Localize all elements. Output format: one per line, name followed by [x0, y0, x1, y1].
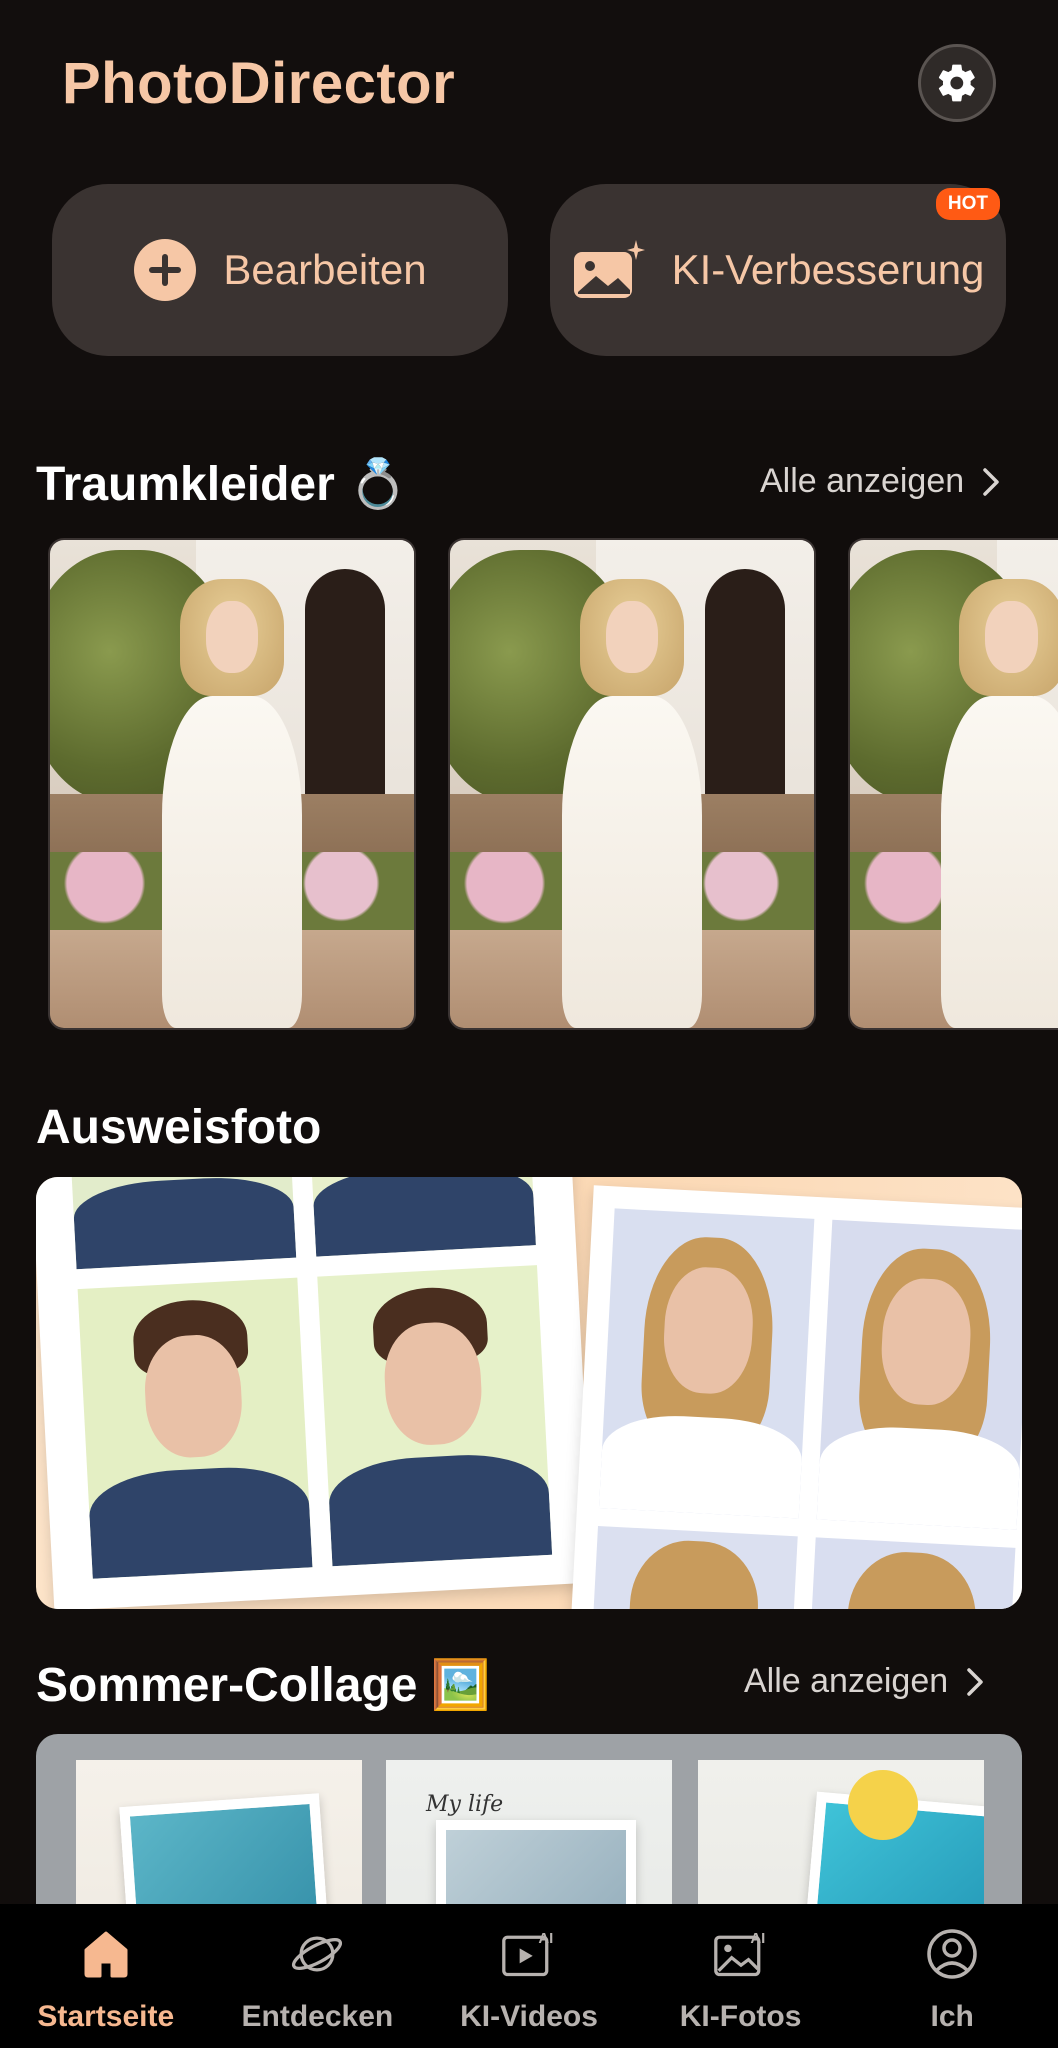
chevron-right-icon: [983, 467, 999, 496]
edit-button-label: Bearbeiten: [223, 246, 427, 293]
settings-button[interactable]: [918, 44, 996, 122]
see-all-dresses-label: Alle anzeigen: [760, 462, 965, 500]
bottom-nav: Startseite Entdecken AI KI-Videos AI KI-…: [0, 1904, 1058, 2048]
svg-text:AI: AI: [538, 1930, 553, 1947]
app-title: PhotoDirector: [62, 51, 456, 116]
header: PhotoDirector Bearbeiten KI-Verbesserung…: [0, 0, 1058, 410]
id-sheet-female: [570, 1185, 1022, 1609]
gear-icon: [938, 64, 975, 102]
section-title-collage: Sommer-Collage 🖼️: [36, 1659, 491, 1712]
nav-item-entdecken[interactable]: Entdecken: [212, 1904, 424, 2048]
dress-photo: [850, 540, 1058, 1028]
edit-button[interactable]: Bearbeiten: [52, 184, 508, 356]
hot-badge: HOT: [935, 188, 1000, 220]
dress-photo: [450, 540, 814, 1028]
id-photo-banner[interactable]: [36, 1177, 1022, 1609]
nav-item-ich[interactable]: Ich: [846, 1904, 1058, 2048]
nav-item-ki-videos[interactable]: AI KI-Videos: [423, 1904, 635, 2048]
ai-enhance-button[interactable]: KI-Verbesserung HOT: [550, 184, 1006, 356]
svg-text:AI: AI: [750, 1930, 765, 1947]
image-sparkle-icon: [573, 240, 645, 298]
see-all-collage-link[interactable]: Alle anzeigen: [744, 1662, 984, 1701]
planet-icon: [292, 1936, 343, 1972]
ai-video-icon: AI: [502, 1930, 553, 1977]
collage-caption: My life: [426, 1792, 504, 1817]
ai-photo-icon: AI: [713, 1930, 765, 1977]
dress-card-2[interactable]: [448, 538, 816, 1030]
see-all-dresses-link[interactable]: Alle anzeigen: [760, 462, 1000, 501]
see-all-collage-label: Alle anzeigen: [744, 1662, 949, 1700]
plus-circle-icon: [134, 239, 197, 301]
dress-card-1[interactable]: [48, 538, 416, 1030]
nav-item-startseite[interactable]: Startseite: [0, 1904, 212, 2048]
home-icon: [84, 1931, 128, 1978]
dress-card-3[interactable]: [848, 538, 1058, 1030]
nav-label: Entdecken: [241, 2000, 394, 2033]
section-title-dresses: Traumkleider 💍: [36, 458, 408, 511]
id-sheet-male: [36, 1177, 594, 1609]
nav-item-ki-fotos[interactable]: AI KI-Fotos: [635, 1904, 847, 2048]
ai-enhance-button-label: KI-Verbesserung: [671, 246, 985, 293]
nav-label: Startseite: [37, 2000, 175, 2033]
nav-label: KI-Fotos: [679, 2000, 802, 2033]
profile-icon: [927, 1929, 977, 1979]
dress-photo: [50, 540, 414, 1028]
chevron-right-icon: [967, 1667, 983, 1696]
section-title-idphoto: Ausweisfoto: [36, 1101, 322, 1154]
nav-label: KI-Videos: [460, 2000, 598, 2033]
nav-label: Ich: [930, 2000, 974, 2033]
